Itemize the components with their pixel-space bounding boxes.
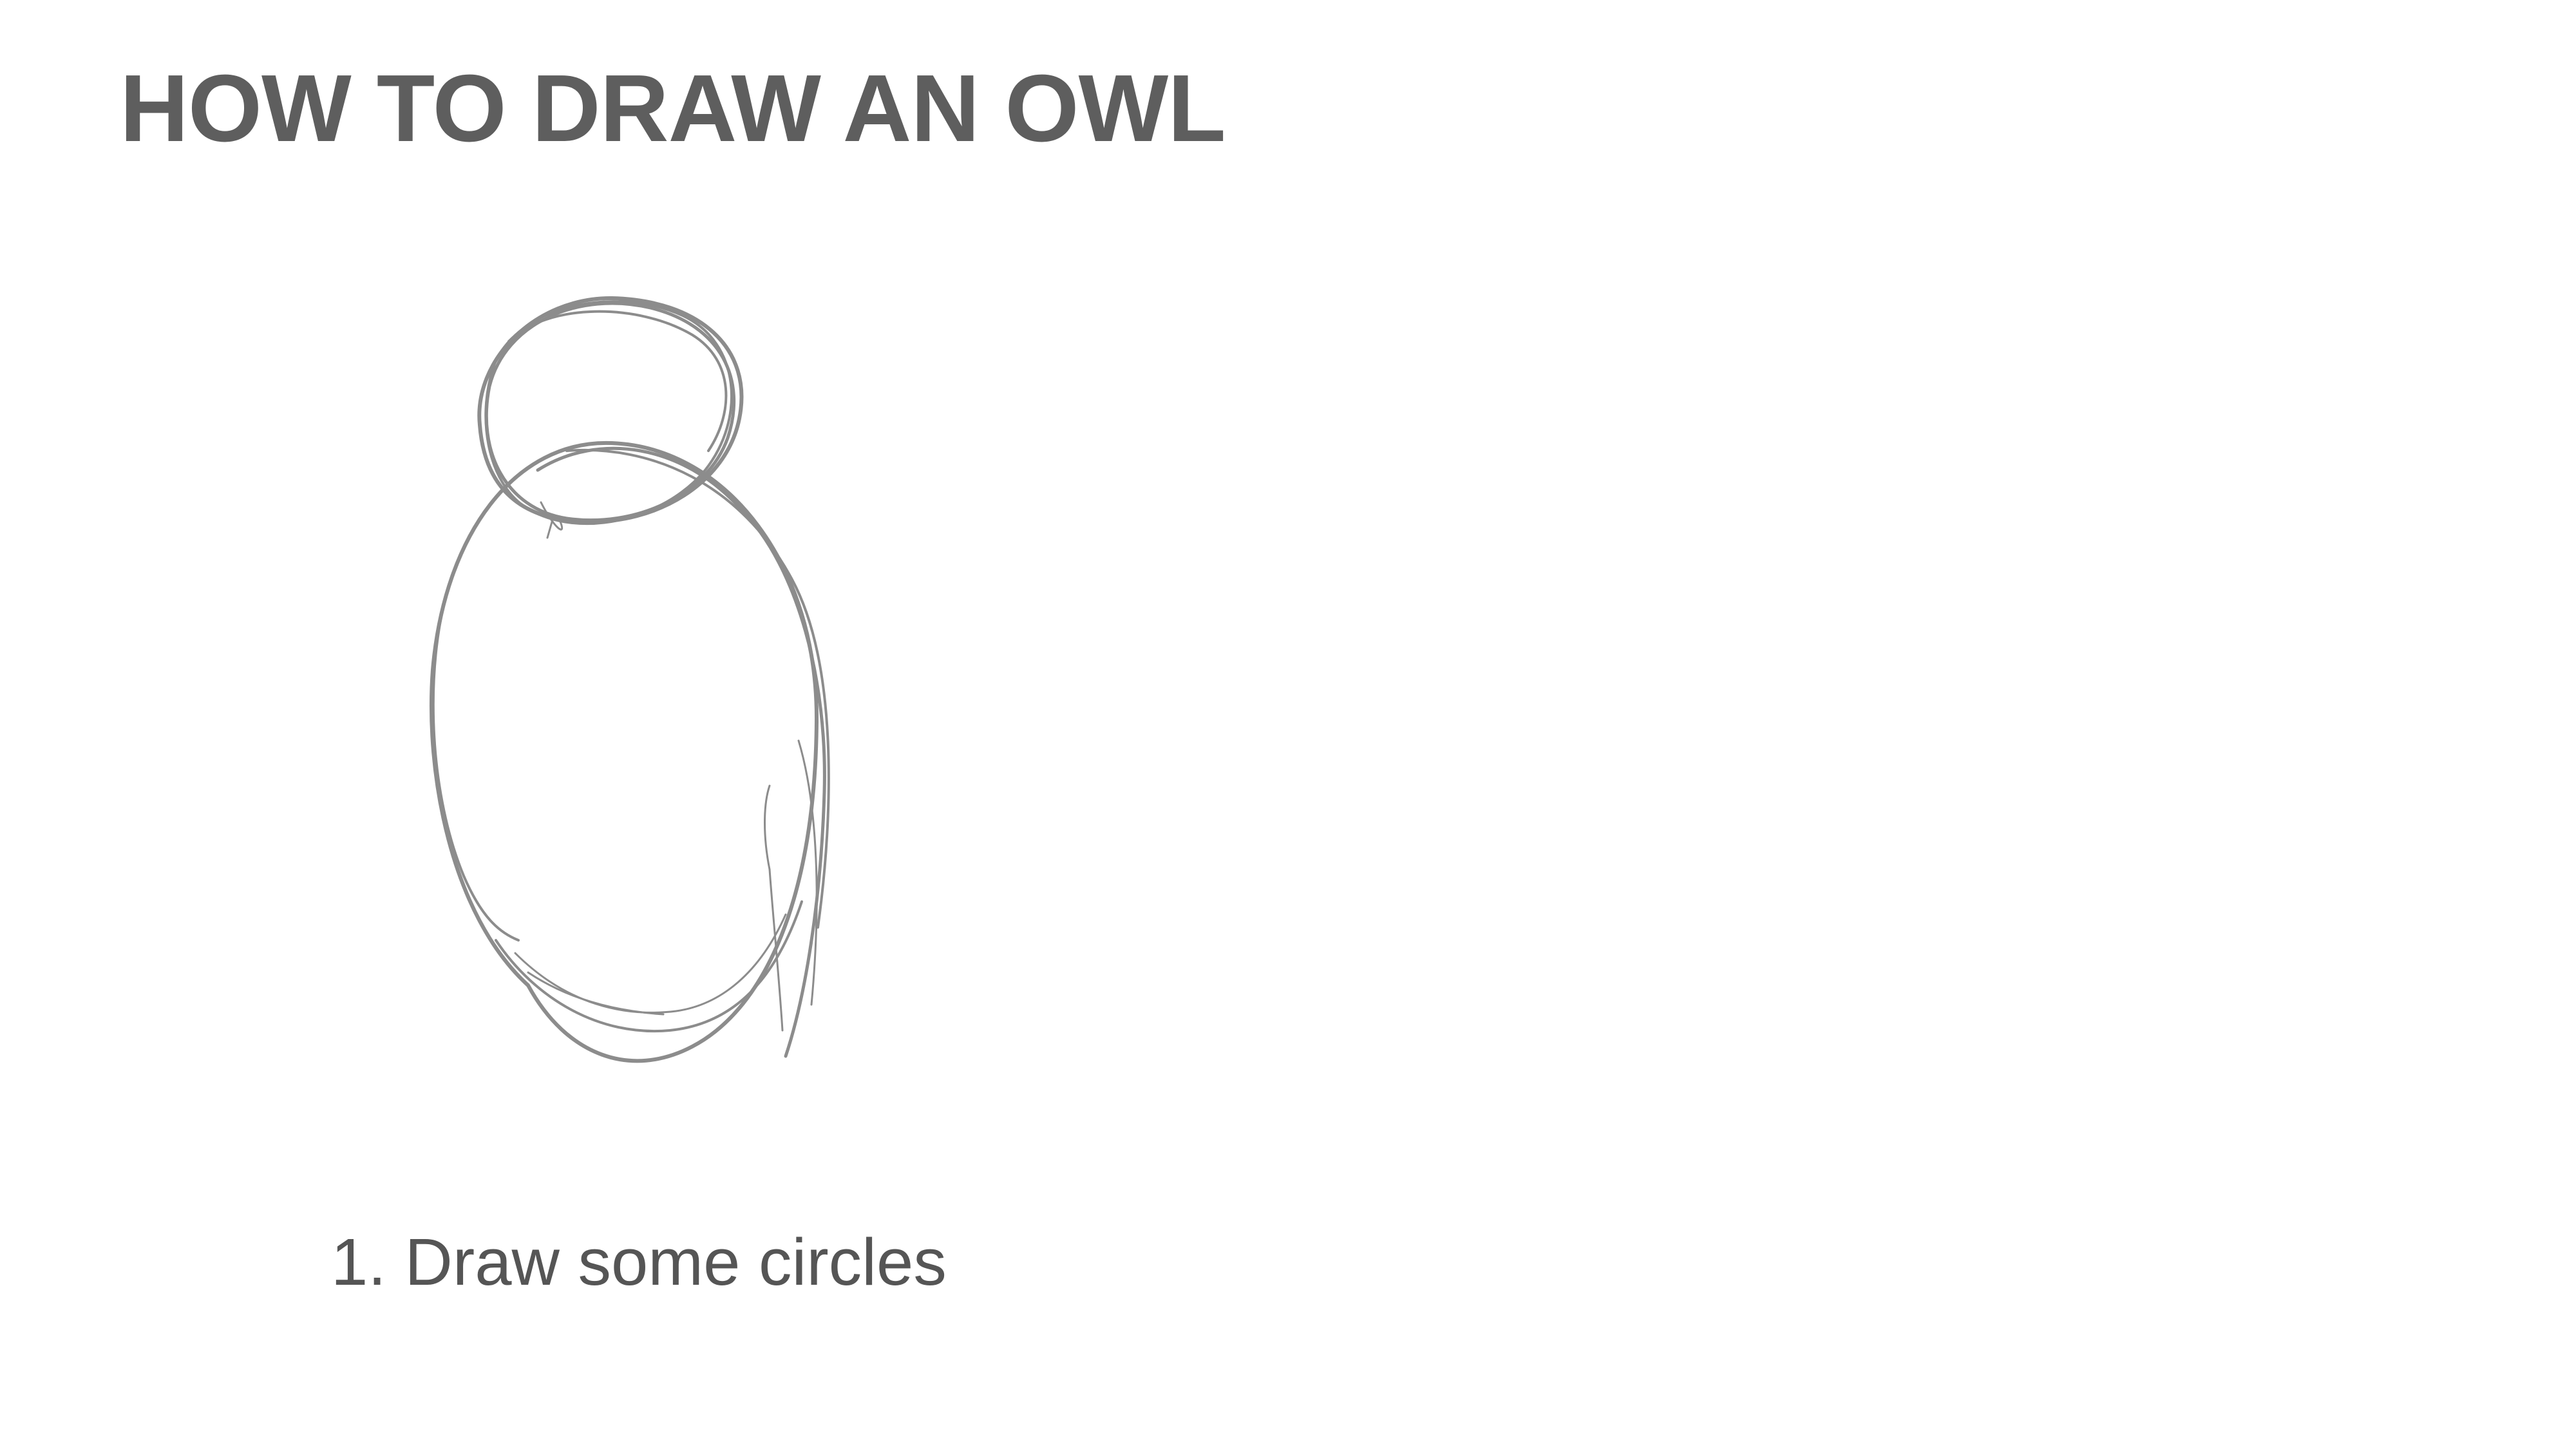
slide-title: HOW TO DRAW AN OWL: [120, 55, 1226, 162]
body-stroke: [429, 440, 819, 1063]
step-caption: 1. Draw some circles: [331, 1225, 947, 1299]
body-stroke: [536, 446, 826, 1058]
slide: HOW TO DRAW AN OWL 1. Draw some circles: [0, 0, 2576, 1449]
body-stroke: [764, 784, 771, 871]
owl-sketch-circles-icon: [429, 296, 830, 1063]
head-stroke: [507, 310, 728, 452]
body-stroke: [527, 971, 665, 1016]
body-stroke: [431, 578, 520, 942]
